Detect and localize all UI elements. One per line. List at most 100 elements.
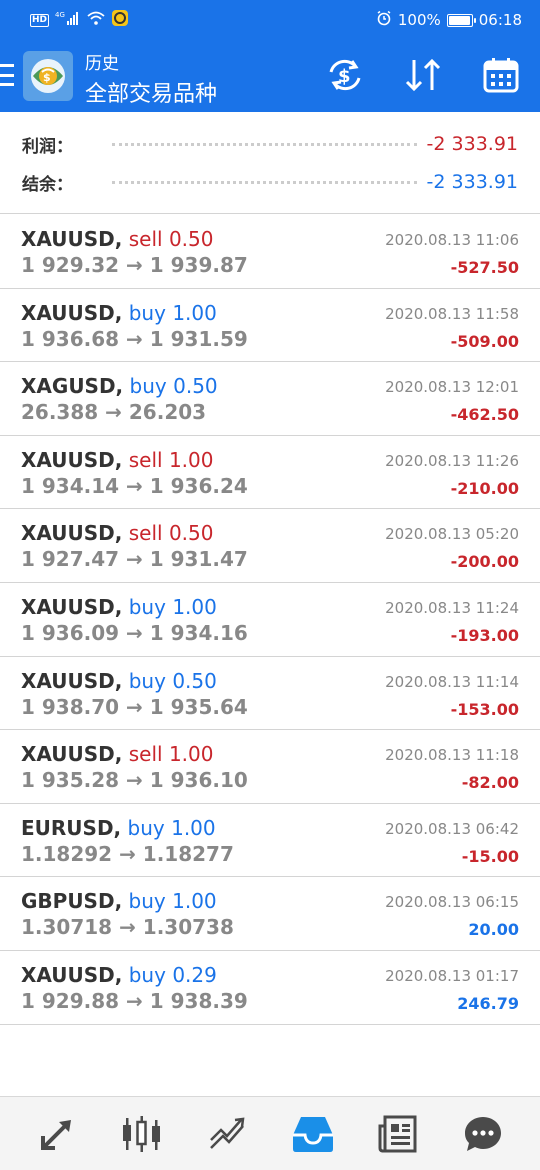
trade-time: 2020.08.13 06:15 — [385, 893, 519, 912]
trade-row[interactable]: XAUUSD, buy 0.29 1 929.88 → 1 938.39 2020.… — [0, 951, 540, 1025]
close-price: 1 931.47 — [149, 547, 248, 572]
trade-symbol: GBPUSD, — [21, 889, 123, 914]
svg-text:$: $ — [43, 71, 51, 84]
trade-title: XAUUSD, buy 0.29 — [21, 963, 217, 987]
trade-volume: 0.50 — [168, 521, 214, 546]
chat-icon[interactable] — [461, 1112, 505, 1156]
trade-volume: 1.00 — [168, 447, 214, 472]
trade-prices: 1 936.68 → 1 931.59 — [21, 327, 248, 351]
page-title: 历史 — [85, 54, 119, 74]
trade-time: 2020.08.13 11:26 — [385, 451, 519, 470]
trade-title: EURUSD, buy 1.00 — [21, 816, 216, 840]
app-notification-icon — [111, 9, 129, 31]
trade-prices: 1 927.47 → 1 931.47 — [21, 547, 248, 571]
trade-row[interactable]: XAUUSD, sell 1.00 1 934.14 → 1 936.24 2020… — [0, 436, 540, 510]
trade-profit: -200.00 — [450, 552, 519, 572]
close-price: 1 939.87 — [149, 253, 248, 277]
trade-time: 2020.08.13 06:42 — [385, 819, 519, 838]
balance-value: -2 333.91 — [426, 171, 518, 193]
trade-side: sell — [128, 227, 163, 251]
sort-icon[interactable] — [402, 54, 444, 96]
open-price: 1 934.14 — [21, 473, 120, 498]
trade-volume: 1.00 — [172, 594, 217, 619]
trade-symbol: XAGUSD, — [21, 374, 124, 399]
trade-prices: 1 936.09 → 1 934.16 — [21, 621, 248, 645]
arrow-right-icon: → — [126, 326, 143, 351]
svg-text:4G: 4G — [55, 11, 65, 19]
trade-row[interactable]: GBPUSD, buy 1.00 1.30718 → 1.30738 2020.08… — [0, 877, 540, 951]
trade-profit: -15.00 — [461, 846, 519, 866]
arrow-right-icon: → — [126, 988, 143, 1013]
trade-side: sell — [128, 521, 163, 546]
trade-side: buy — [128, 962, 166, 987]
trade-volume: 0.29 — [172, 962, 217, 987]
trade-title: XAUUSD, buy 1.00 — [21, 301, 217, 325]
trade-profit: -509.00 — [450, 331, 519, 351]
trade-side: sell — [128, 742, 163, 767]
arrow-right-icon: → — [126, 253, 143, 277]
profit-value: -2 333.91 — [426, 133, 518, 155]
arrow-right-icon: → — [105, 400, 122, 425]
trade-side: buy — [128, 889, 166, 914]
trade-row[interactable]: XAUUSD, buy 1.00 1 936.09 → 1 934.16 2020.… — [0, 583, 540, 657]
open-price: 1 936.68 — [21, 326, 120, 351]
trade-symbol: XAUUSD, — [21, 227, 123, 251]
trade-symbol: XAUUSD, — [21, 962, 123, 987]
trade-side: buy — [128, 668, 166, 693]
trade-time: 2020.08.13 11:58 — [385, 304, 519, 323]
balance-row: 结余： -2 333.91 — [22, 164, 518, 200]
app-bar: $ 历史 全部交易品种 $ — [0, 40, 540, 112]
trade-prices: 1.18292 → 1.18277 — [21, 842, 234, 866]
trade-icon[interactable] — [205, 1112, 249, 1156]
arrow-right-icon: → — [119, 841, 136, 866]
trade-title: XAUUSD, sell 1.00 — [21, 448, 213, 472]
open-price: 1.18292 — [21, 841, 113, 866]
arrow-right-icon: → — [126, 620, 143, 645]
trade-volume: 0.50 — [168, 227, 214, 251]
metatrader-logo[interactable]: $ — [22, 50, 74, 102]
trade-title: XAGUSD, buy 0.50 — [21, 374, 218, 398]
trade-profit: -82.00 — [461, 773, 519, 793]
symbol-filter[interactable]: 全部交易品种 — [85, 76, 217, 108]
trade-symbol: XAUUSD, — [21, 594, 123, 619]
trade-row[interactable]: XAUUSD, sell 0.50 1 927.47 → 1 931.47 2020… — [0, 509, 540, 583]
trade-volume: 0.50 — [173, 374, 218, 399]
news-icon[interactable] — [376, 1112, 420, 1156]
trade-time: 2020.08.13 11:14 — [385, 672, 519, 691]
trade-row[interactable]: XAGUSD, buy 0.50 26.388 → 26.203 2020.08.1… — [0, 362, 540, 436]
trade-symbol: XAUUSD, — [21, 447, 123, 472]
open-price: 1 936.09 — [21, 620, 120, 645]
chart-icon[interactable] — [120, 1112, 164, 1156]
trade-symbol: XAUUSD, — [21, 521, 123, 546]
trade-row[interactable]: XAUUSD, sell 0.50 1 929.32 → 1 939.87 2020… — [0, 215, 540, 289]
trade-side: buy — [128, 594, 166, 619]
trade-profit: -153.00 — [450, 699, 519, 719]
trade-row[interactable]: XAUUSD, buy 1.00 1 936.68 → 1 931.59 2020.… — [0, 289, 540, 363]
arrow-right-icon: → — [126, 768, 143, 793]
calendar-icon[interactable] — [480, 54, 522, 96]
currency-exchange-icon[interactable]: $ — [324, 54, 366, 96]
trade-row[interactable]: XAUUSD, buy 0.50 1 938.70 → 1 935.64 2020.… — [0, 657, 540, 731]
close-price: 1 936.24 — [149, 473, 248, 498]
history-icon[interactable] — [291, 1112, 335, 1156]
dotted-leader — [112, 142, 417, 146]
close-price: 1 935.64 — [149, 694, 248, 719]
trade-profit: -527.50 — [450, 258, 519, 277]
trade-row[interactable]: XAUUSD, sell 1.00 1 935.28 → 1 936.10 2020… — [0, 730, 540, 804]
trade-title: XAUUSD, sell 0.50 — [21, 227, 213, 251]
dotted-leader — [112, 180, 417, 184]
trade-volume: 1.00 — [171, 815, 216, 840]
open-price: 1.30718 — [21, 915, 113, 940]
trade-row[interactable]: EURUSD, buy 1.00 1.18292 → 1.18277 2020.08… — [0, 804, 540, 878]
trade-title: XAUUSD, buy 0.50 — [21, 669, 217, 693]
trade-title: XAUUSD, sell 1.00 — [21, 742, 213, 766]
summary-panel: 利润： -2 333.91 结余： -2 333.91 — [0, 112, 540, 214]
quotes-icon[interactable] — [35, 1112, 79, 1156]
trade-symbol: XAUUSD, — [21, 742, 123, 767]
close-price: 1 938.39 — [149, 988, 248, 1013]
menu-icon[interactable] — [0, 64, 14, 86]
profit-label: 利润： — [22, 136, 73, 157]
open-price: 26.388 — [21, 400, 99, 425]
trade-prices: 1 934.14 → 1 936.24 — [21, 474, 248, 498]
trade-history-list: XAUUSD, sell 0.50 1 929.32 → 1 939.87 2020… — [0, 215, 540, 1025]
